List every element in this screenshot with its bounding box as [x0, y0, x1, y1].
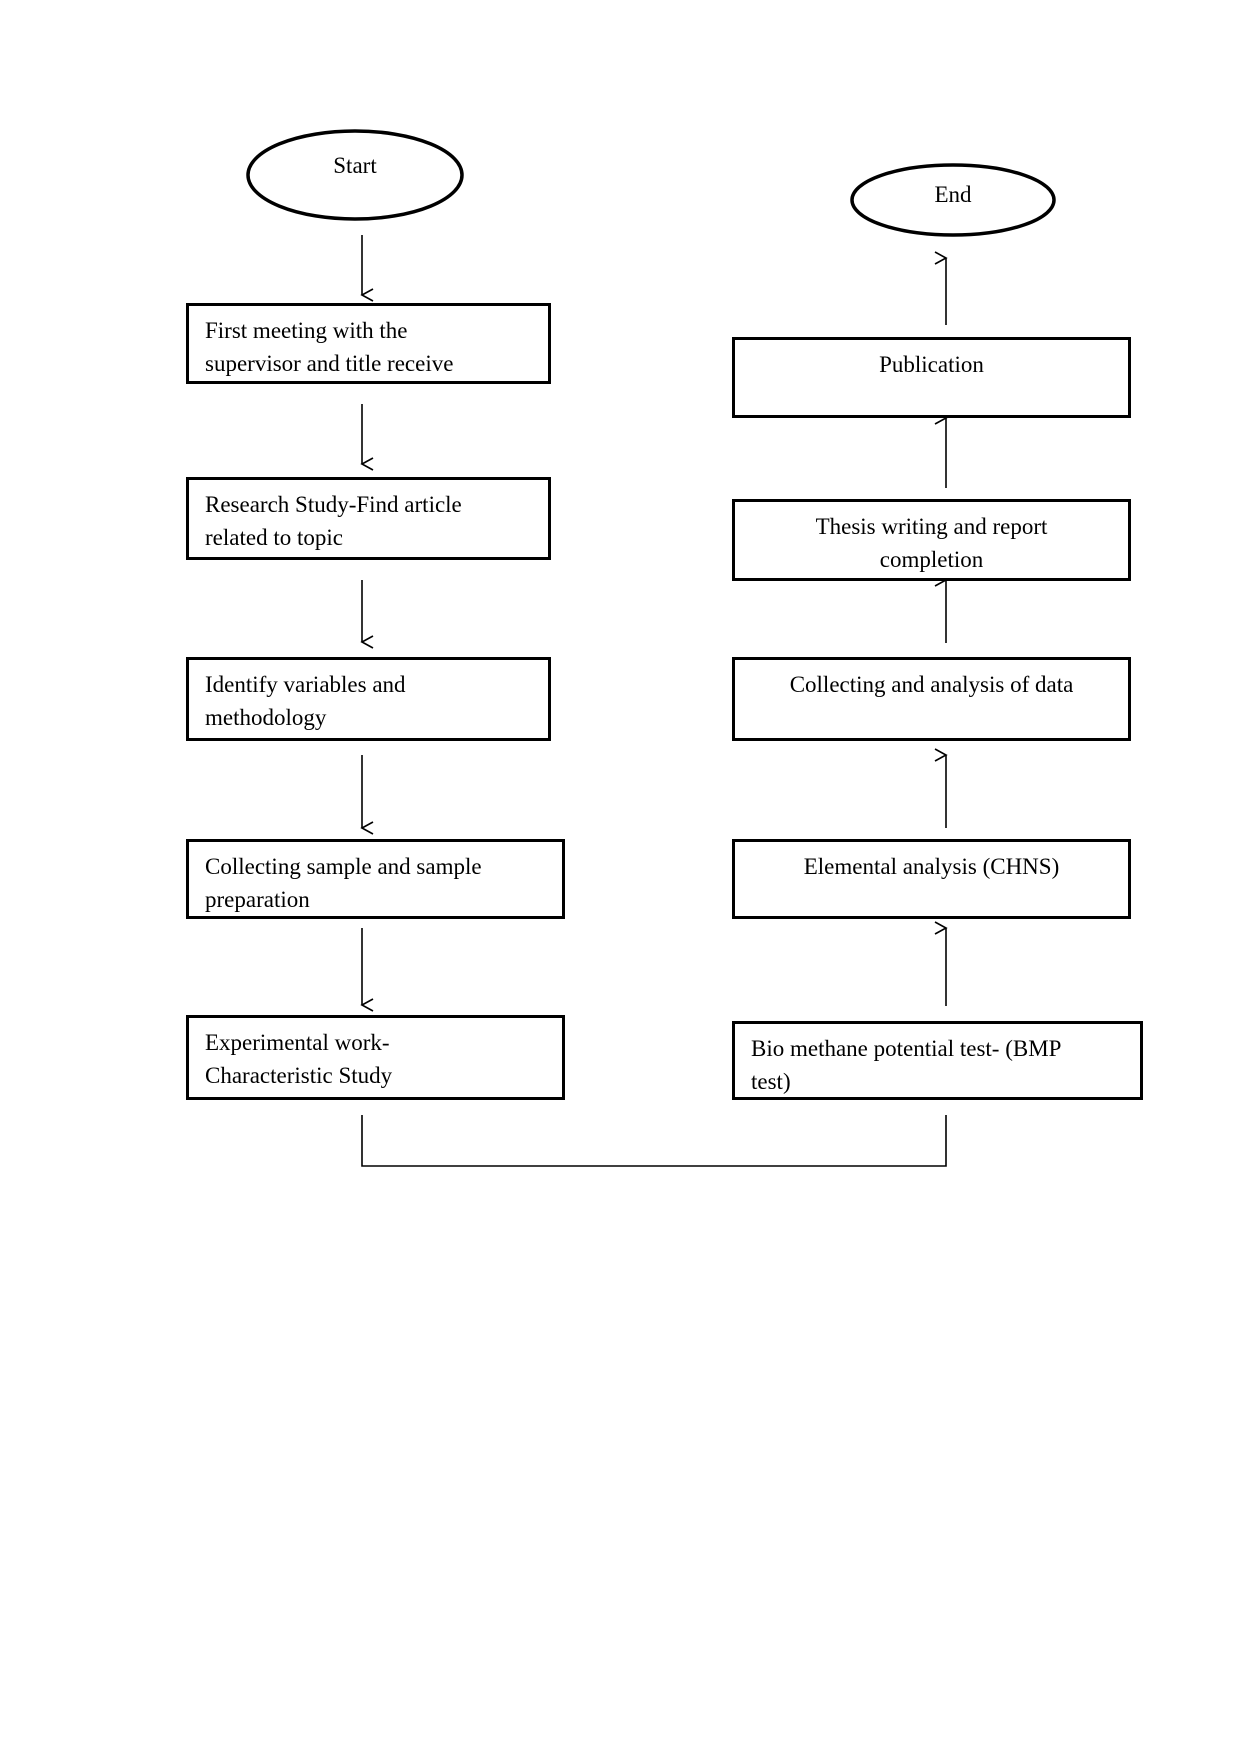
step-text-line: Collecting sample and sample — [205, 854, 482, 879]
step-text-line: preparation — [205, 887, 310, 912]
step-experimental-work: Experimental work- Characteristic Study — [186, 1015, 565, 1100]
step-text-line: Bio methane potential test- (BMP — [751, 1036, 1062, 1061]
step-text-line: Publication — [879, 352, 984, 377]
step-text-line: supervisor and title receive — [205, 351, 454, 376]
step-text-line: Research Study-Find article — [205, 492, 462, 517]
step-identify-variables: Identify variables and methodology — [186, 657, 551, 741]
end-label: End — [934, 182, 972, 207]
step-text-line: completion — [879, 547, 984, 572]
step-text-line: Thesis writing and report — [815, 514, 1048, 539]
step-text-line: Collecting and analysis of data — [789, 672, 1074, 697]
step-text-line: First meeting with the — [205, 318, 408, 343]
step-bmp-test: Bio methane potential test- (BMP test) — [732, 1021, 1143, 1100]
step-text-line: related to topic — [205, 525, 343, 550]
connector-left-to-right — [361, 1115, 947, 1167]
step-collecting-analysis: Collecting and analysis of data — [732, 657, 1131, 741]
step-first-meeting: First meeting with the supervisor and tit… — [186, 303, 551, 384]
step-publication: Publication — [732, 337, 1131, 418]
step-text-line: methodology — [205, 705, 327, 730]
step-elemental-analysis: Elemental analysis (CHNS) — [732, 839, 1131, 919]
step-research-study: Research Study-Find article related to to… — [186, 477, 551, 560]
step-text-line: Experimental work- — [205, 1030, 390, 1055]
step-text-line: Elemental analysis (CHNS) — [803, 854, 1060, 879]
step-text-line: test) — [751, 1069, 791, 1094]
step-collecting-sample: Collecting sample and sample preparation — [186, 839, 565, 919]
start-label: Start — [333, 153, 377, 178]
step-text-line: Identify variables and — [205, 672, 406, 697]
step-thesis-writing: Thesis writing and report completion — [732, 499, 1131, 581]
step-text-line: Characteristic Study — [205, 1063, 393, 1088]
